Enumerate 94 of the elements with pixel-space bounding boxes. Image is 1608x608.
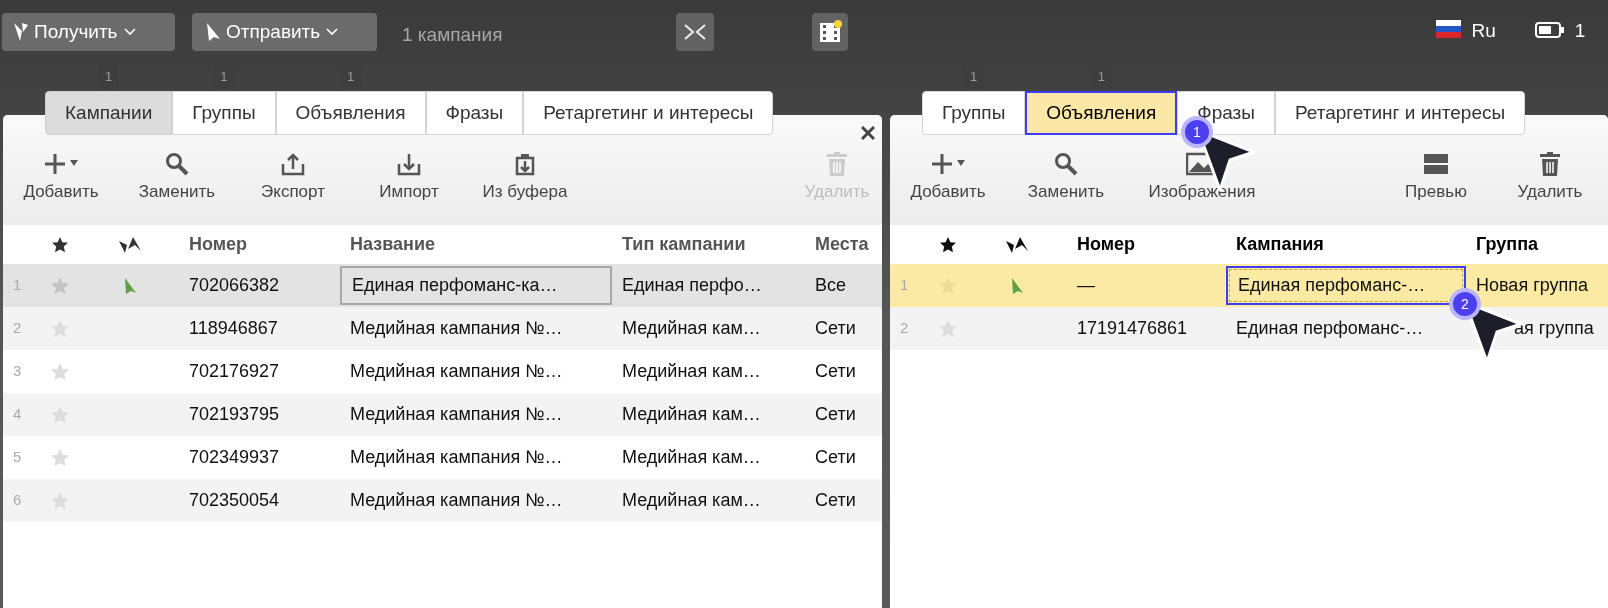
table-cell-text: Медийная кампания №… xyxy=(349,317,564,340)
column-header[interactable]: Номер xyxy=(179,231,340,258)
media-button[interactable] xyxy=(812,13,849,51)
table-cell-text: Медийная кам… xyxy=(621,403,762,426)
table-cell-text: Сети xyxy=(814,403,857,426)
table-cell-text: 118946867 xyxy=(188,317,279,340)
table-row[interactable]: 4 702193795 Медийная кампания №… Медийная кам… Сети xyxy=(3,393,882,436)
tab[interactable]: Объявления xyxy=(1025,91,1178,135)
row-number: 2 xyxy=(899,318,910,339)
table-cell-text: Медийная кампания №… xyxy=(349,360,564,383)
table-cell-text: Медийная кам… xyxy=(621,360,762,383)
toolbar-button[interactable]: Из буфера xyxy=(467,152,583,208)
row-number: 1 xyxy=(12,275,23,296)
table-cell-text: Медийная кампания №… xyxy=(349,489,564,512)
tab[interactable]: Группы xyxy=(172,91,276,135)
row-number: 6 xyxy=(12,490,23,511)
table-cell-text: Сети xyxy=(814,317,857,340)
toolbar-button[interactable]: Добавить xyxy=(3,152,119,208)
preview-icon xyxy=(1423,152,1449,176)
receive-button[interactable]: Получить xyxy=(2,13,175,51)
toolbar-button[interactable]: Добавить xyxy=(890,152,1006,208)
send-button[interactable]: Отправить xyxy=(192,13,377,51)
column-header[interactable]: Номер xyxy=(1067,231,1226,258)
clipboard-icon xyxy=(513,152,537,176)
table-cell-text: Сети xyxy=(814,446,857,469)
collapse-icon xyxy=(683,24,708,40)
send-icon xyxy=(206,23,220,41)
table-cell: Единая перфоманс-ка… xyxy=(340,266,612,305)
chevron-down-icon xyxy=(326,28,339,36)
tab[interactable]: Группы xyxy=(922,91,1026,135)
film-icon xyxy=(817,19,844,45)
star-icon xyxy=(939,235,957,254)
tab[interactable]: Ретаргетинг и интересы xyxy=(523,91,774,135)
toolbar-button[interactable]: Экспорт xyxy=(235,152,351,208)
toolbar-button[interactable]: Заменить xyxy=(119,152,235,208)
row-number: 2 xyxy=(12,318,23,339)
tab[interactable]: Объявления xyxy=(275,91,426,135)
campaign-count: 1 кампания xyxy=(402,23,503,47)
table-cell-text: Единая перфо… xyxy=(621,274,763,297)
table-cell-text: Медийная кам… xyxy=(621,489,762,512)
table-cell-text: Медийная кампания №… xyxy=(349,403,564,426)
table-cell-text: — xyxy=(1076,274,1096,297)
table-cell-text: Медийная кам… xyxy=(621,446,762,469)
plus-caret-icon xyxy=(44,152,78,176)
toolbar-button[interactable]: Превью xyxy=(1380,152,1492,208)
download-icon xyxy=(397,152,421,176)
column-header[interactable]: Тип кампании xyxy=(612,231,805,258)
table-cell-text: Все xyxy=(814,274,848,297)
column-header[interactable]: Кампания xyxy=(1226,231,1466,258)
toolbar-button[interactable]: Удалить xyxy=(1492,152,1608,208)
table-cell-text: 702176927 xyxy=(188,360,281,383)
russian-flag-icon xyxy=(1436,20,1462,38)
sync-status-icon xyxy=(117,235,142,254)
tab[interactable]: Фразы xyxy=(425,91,524,135)
column-header[interactable]: Места xyxy=(805,231,882,258)
row-number: 3 xyxy=(12,361,23,382)
search-icon xyxy=(165,152,189,176)
sync-status-icon xyxy=(1004,235,1029,254)
table-cell-text: Единая перфоманс-… xyxy=(1235,317,1425,340)
chevron-down-icon xyxy=(123,28,136,36)
table-cell-text: 702193795 xyxy=(188,403,281,426)
upload-icon xyxy=(281,152,305,176)
collapse-button[interactable] xyxy=(676,13,715,51)
close-icon xyxy=(861,126,875,140)
battery-icon xyxy=(1534,22,1565,38)
table-row[interactable]: 6 702350054 Медийная кампания №… Медийная кам… Сети xyxy=(3,479,882,522)
receive-icon xyxy=(14,23,28,41)
trash-icon xyxy=(826,152,848,176)
table-row[interactable]: 2 118946867 Медийная кампания №… Медийная кам… Сети xyxy=(3,307,882,350)
trash-icon xyxy=(1539,152,1561,176)
tab[interactable]: Кампании xyxy=(45,91,173,135)
table-cell-text: 702066382 xyxy=(188,274,281,297)
row-number: 1 xyxy=(899,275,910,296)
table-cell-text: Сети xyxy=(814,360,857,383)
row-number: 4 xyxy=(12,404,23,425)
search-icon xyxy=(1054,152,1078,176)
column-header[interactable]: Группа xyxy=(1466,231,1608,258)
table-cell-text: Медийная кампания №… xyxy=(349,446,564,469)
clock-text: 1 xyxy=(1574,19,1586,43)
row-number: 5 xyxy=(12,447,23,468)
toolbar-button[interactable]: Импорт xyxy=(351,152,467,208)
table-cell-text: 702350054 xyxy=(188,489,281,512)
close-button[interactable] xyxy=(858,123,878,143)
star-icon xyxy=(51,235,69,254)
language-label: Ru xyxy=(1471,19,1496,43)
plus-caret-icon xyxy=(931,152,965,176)
toolbar-button[interactable]: Заменить xyxy=(1006,152,1126,208)
column-header[interactable]: Название xyxy=(340,231,612,258)
table-cell-text: 17191476861 xyxy=(1076,317,1189,340)
table-row[interactable]: 1 702066382 Единая перфоманс-ка… Единая перфо… Все xyxy=(3,264,882,307)
table-cell-text: 702349937 xyxy=(188,446,281,469)
table-cell-text: Медийная кам… xyxy=(621,317,762,340)
tab[interactable]: Ретаргетинг и интересы xyxy=(1274,91,1526,135)
table-cell-text: Сети xyxy=(814,489,857,512)
